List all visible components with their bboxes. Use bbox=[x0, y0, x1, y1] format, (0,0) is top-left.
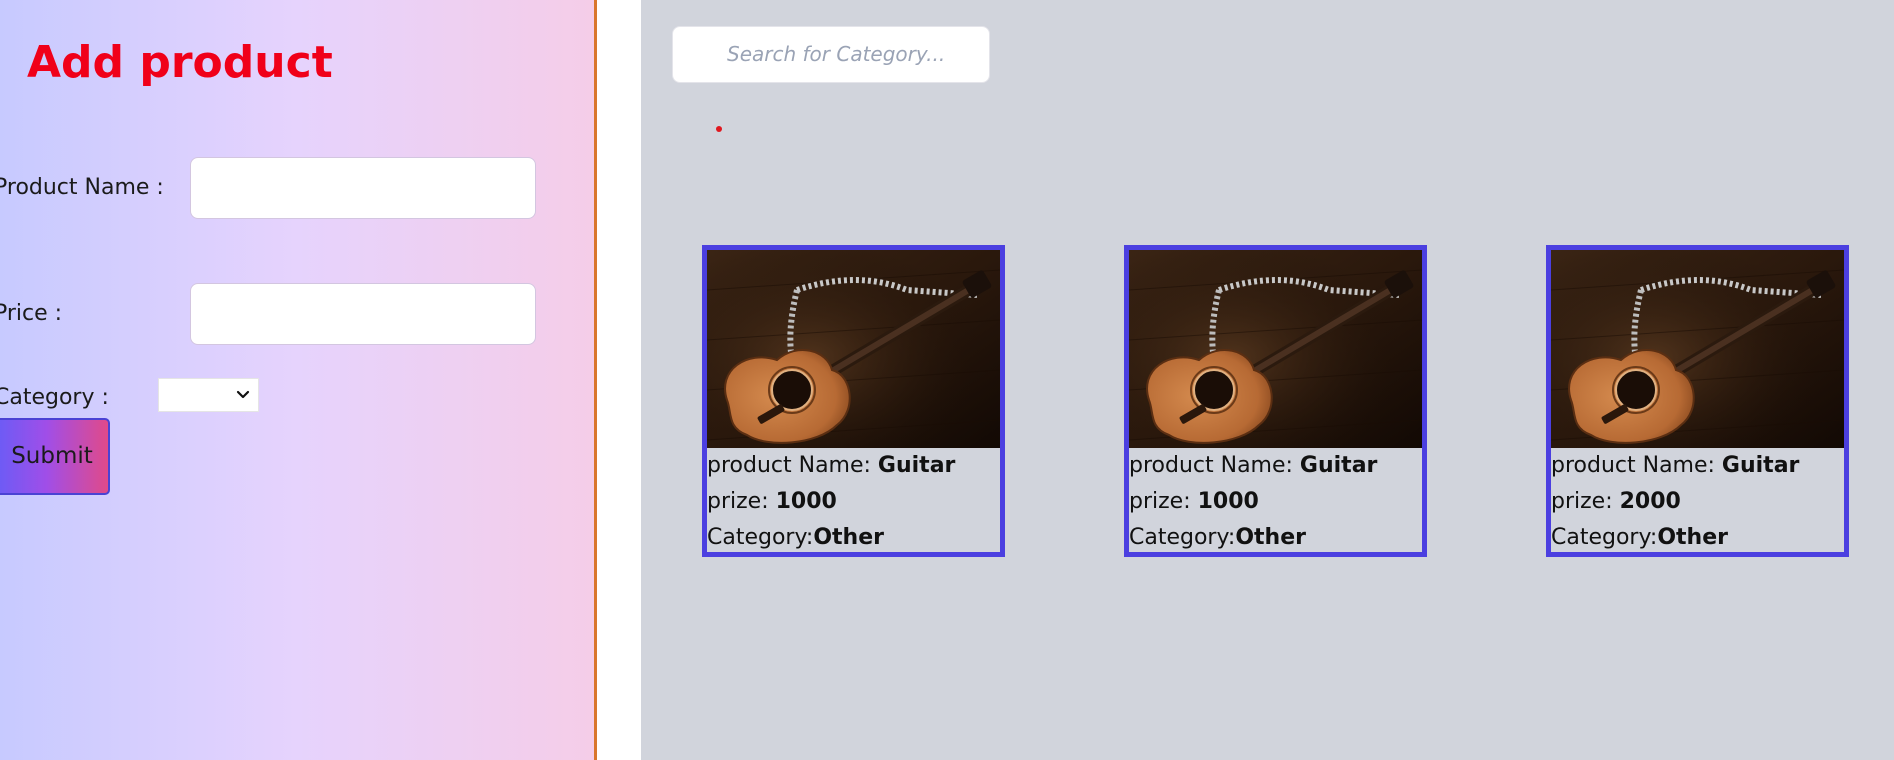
product-prize-value: 1000 bbox=[775, 489, 837, 514]
product-prize-line: prize: 1000 bbox=[1129, 489, 1259, 514]
product-card: product Name: Guitar prize: 2000 Categor… bbox=[1546, 245, 1849, 557]
chevron-down-icon bbox=[236, 390, 250, 399]
product-name-value: Guitar bbox=[877, 453, 956, 478]
product-name-line: product Name: Guitar bbox=[707, 453, 955, 478]
status-dot bbox=[716, 126, 722, 132]
product-category-line: Category:Other bbox=[1129, 525, 1306, 550]
product-name-line: product Name: Guitar bbox=[1129, 453, 1377, 478]
product-name-input[interactable] bbox=[190, 157, 536, 219]
category-label: Category : bbox=[0, 385, 109, 410]
product-category-value: Other bbox=[1657, 525, 1728, 550]
product-name-label: Product Name : bbox=[0, 175, 164, 200]
submit-button[interactable]: Submit bbox=[0, 418, 110, 495]
product-name-value: Guitar bbox=[1299, 453, 1378, 478]
guitar-image bbox=[707, 250, 1000, 448]
product-name-value: Guitar bbox=[1721, 453, 1800, 478]
product-prize-value: 1000 bbox=[1197, 489, 1259, 514]
guitar-image bbox=[1551, 250, 1844, 448]
product-category-value: Other bbox=[1235, 525, 1306, 550]
price-input[interactable] bbox=[190, 283, 536, 345]
product-prize-line: prize: 2000 bbox=[1551, 489, 1681, 514]
product-category-prefix: Category: bbox=[707, 525, 814, 550]
category-select[interactable] bbox=[158, 378, 259, 412]
price-label: Price : bbox=[0, 301, 63, 326]
page-title: Add product bbox=[27, 37, 333, 88]
product-card: product Name: Guitar prize: 1000 Categor… bbox=[702, 245, 1005, 557]
product-prize-prefix: prize: bbox=[1129, 489, 1198, 514]
guitar-image bbox=[1129, 250, 1422, 448]
product-prize-value: 2000 bbox=[1619, 489, 1681, 514]
panel-gutter bbox=[597, 0, 641, 760]
product-name-prefix: product Name: bbox=[707, 453, 878, 478]
product-category-prefix: Category: bbox=[1551, 525, 1658, 550]
product-card: product Name: Guitar prize: 1000 Categor… bbox=[1124, 245, 1427, 557]
product-category-prefix: Category: bbox=[1129, 525, 1236, 550]
product-category-line: Category:Other bbox=[1551, 525, 1728, 550]
product-name-prefix: product Name: bbox=[1129, 453, 1300, 478]
add-product-panel: Add product Product Name : Price : Categ… bbox=[0, 0, 597, 760]
product-prize-prefix: prize: bbox=[1551, 489, 1620, 514]
product-name-line: product Name: Guitar bbox=[1551, 453, 1799, 478]
product-category-value: Other bbox=[813, 525, 884, 550]
product-prize-prefix: prize: bbox=[707, 489, 776, 514]
product-category-line: Category:Other bbox=[707, 525, 884, 550]
category-search-input[interactable]: Search for Category... bbox=[672, 26, 990, 83]
product-prize-line: prize: 1000 bbox=[707, 489, 837, 514]
product-name-prefix: product Name: bbox=[1551, 453, 1722, 478]
